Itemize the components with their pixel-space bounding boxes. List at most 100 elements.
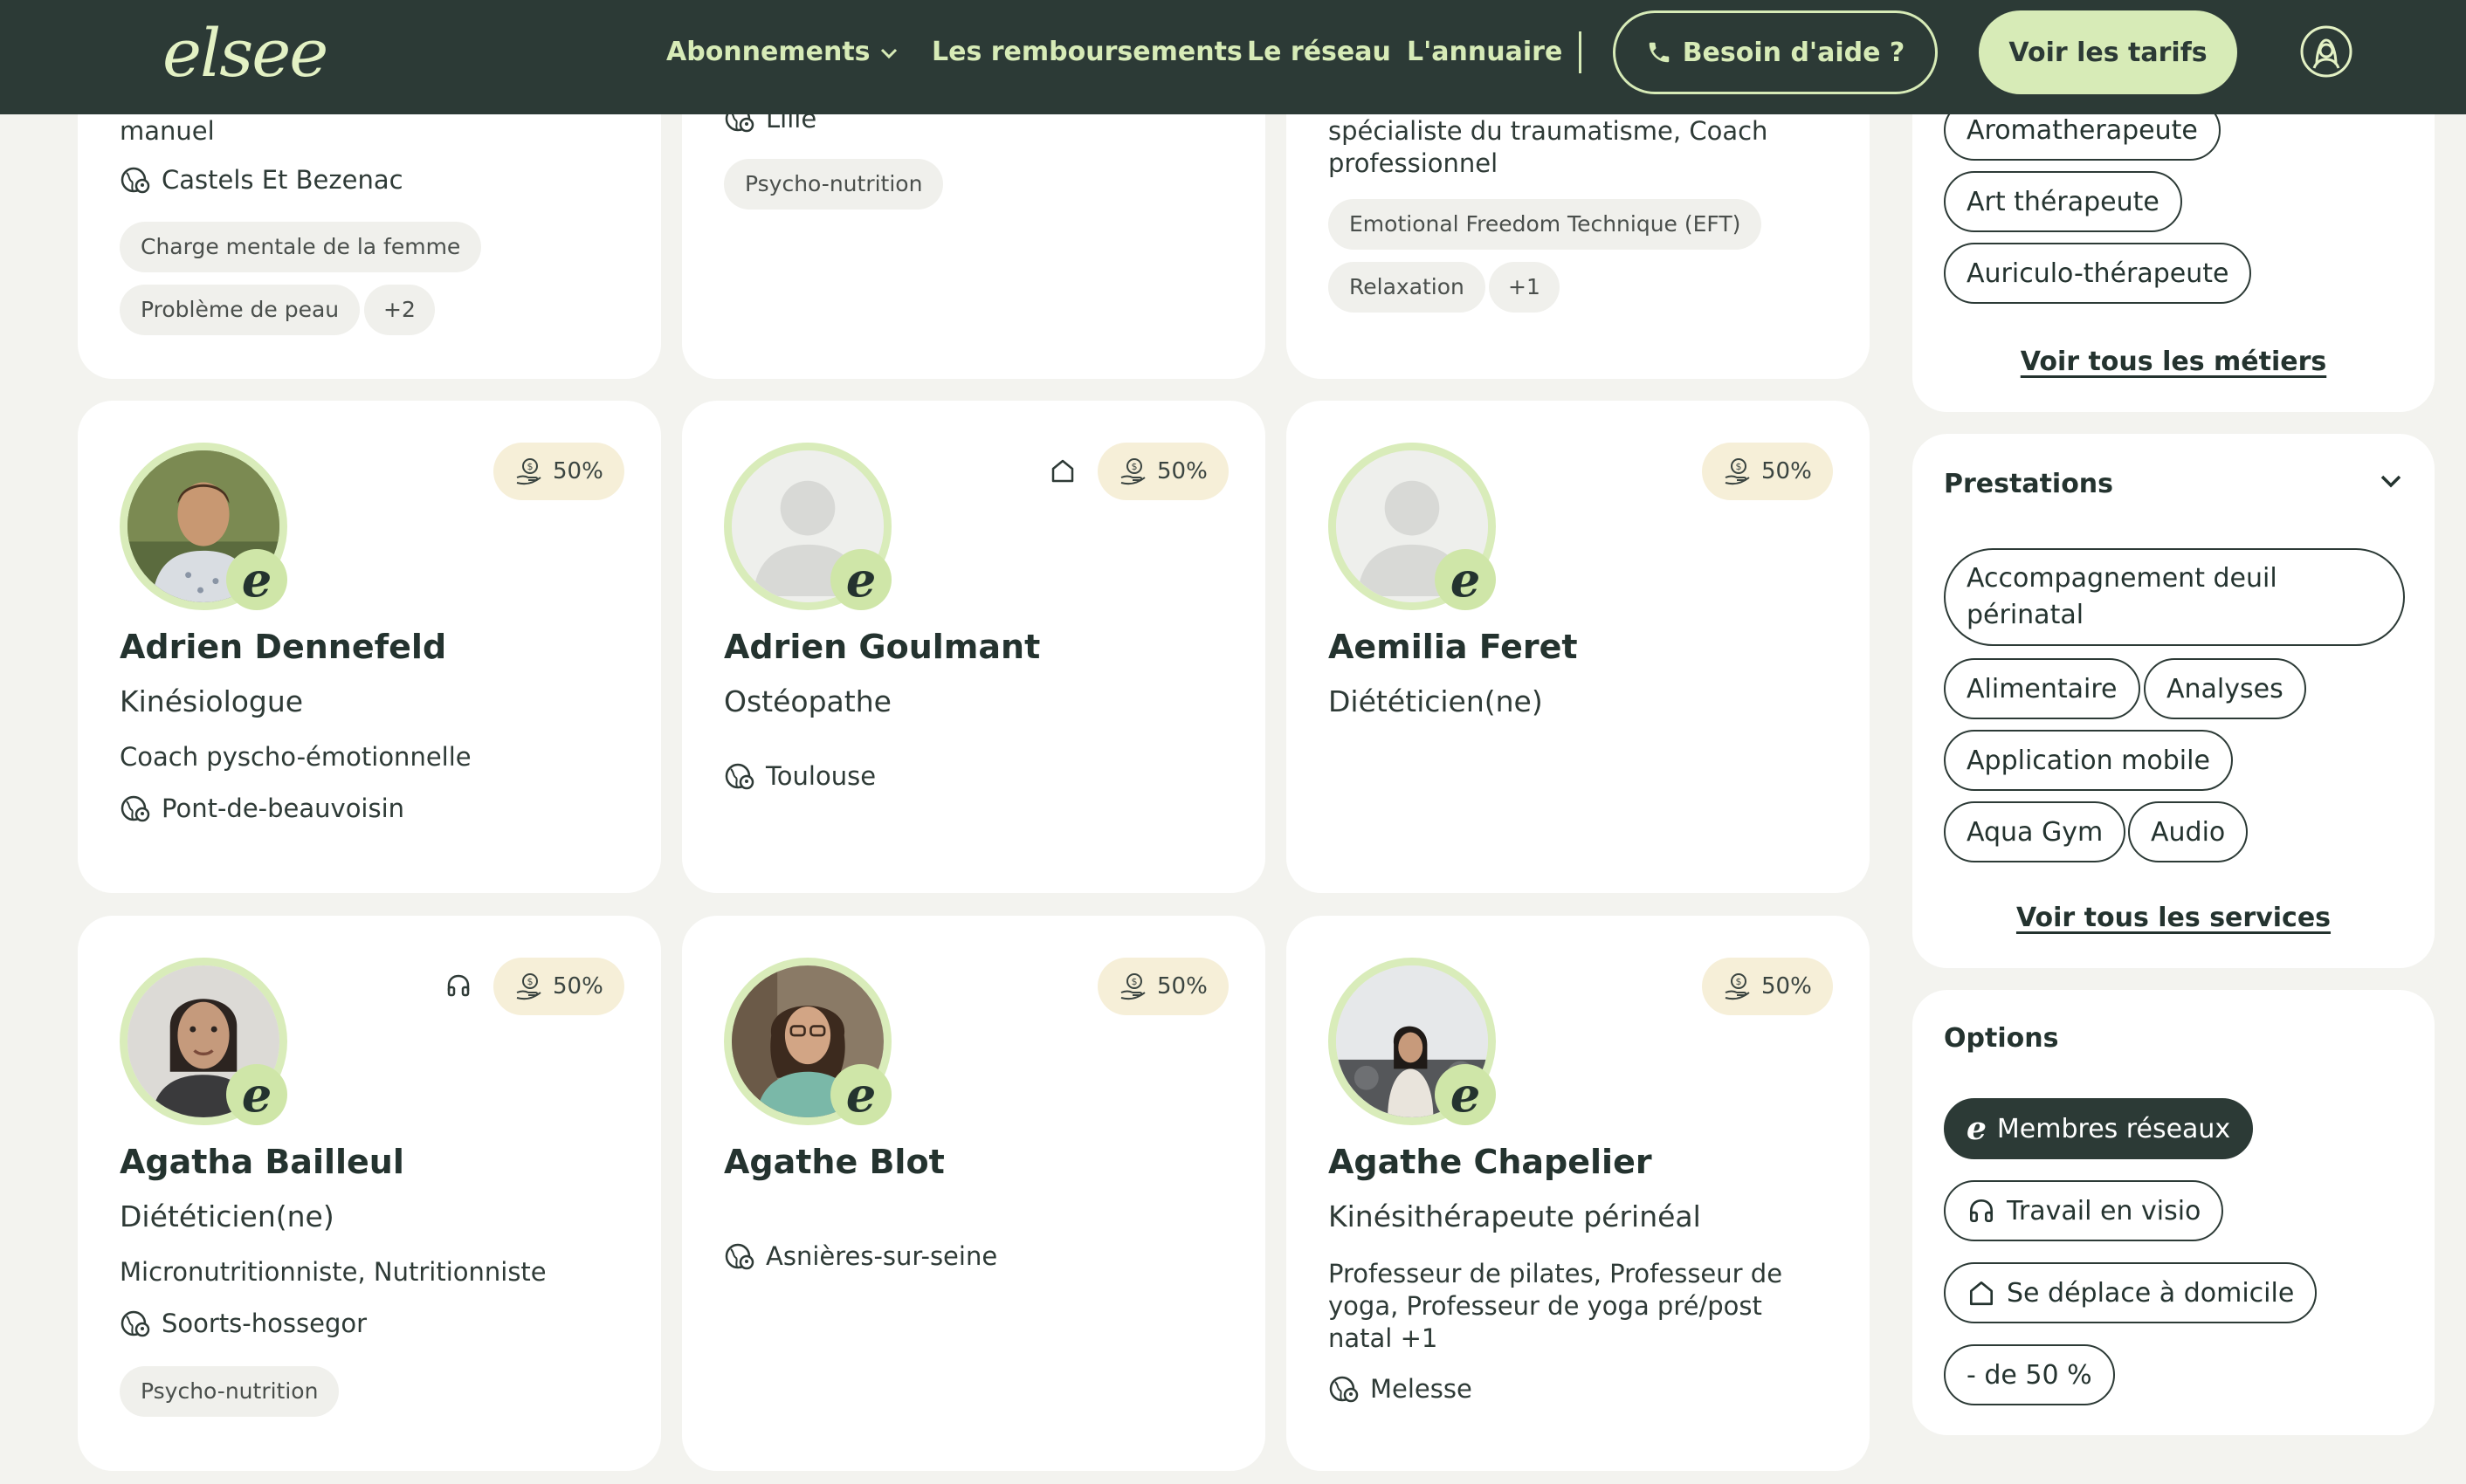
account-icon[interactable]	[2299, 24, 2353, 79]
filter-chip-metier[interactable]: Auriculo-thérapeute	[1944, 243, 2252, 304]
location-globe-icon	[121, 1310, 150, 1337]
card-location-label: Melesse	[1370, 1374, 1472, 1404]
filter-chip-metier[interactable]: Art thérapeute	[1944, 171, 2182, 232]
filter-toggle-membres-reseaux[interactable]: e Membres réseaux	[1944, 1098, 2254, 1159]
location-globe-icon	[121, 167, 150, 194]
service-tag: Emotional Freedom Technique (EFT)	[1328, 199, 1762, 250]
headphones-icon	[1969, 1199, 1994, 1223]
card-location: Pont-de-beauvoisin	[120, 793, 404, 824]
card-location-label: Soorts-hossegor	[162, 1309, 368, 1338]
network-member-badge: e	[1435, 549, 1496, 610]
reimbursement-hand-icon: $	[516, 458, 541, 485]
practitioner-card[interactable]: e $ 50% Agathe Chapelier Kinésithérapeut…	[1286, 916, 1870, 1471]
svg-text:$: $	[527, 976, 534, 987]
reimbursement-value: 50%	[553, 973, 603, 1000]
card-specialties: manuel	[120, 116, 215, 146]
svg-text:$: $	[1132, 976, 1138, 987]
reimbursement-value: 50%	[553, 458, 603, 484]
help-button-label: Besoin d'aide ?	[1682, 37, 1905, 68]
options-title: Options	[1944, 1023, 2059, 1054]
reimbursement-badge: $ 50%	[493, 443, 624, 500]
practitioner-job: Ostéopathe	[724, 684, 892, 718]
practitioner-card[interactable]: e $ 50% Adrien Dennefeld Kinésiologue Co…	[78, 401, 661, 893]
nav-link-annuaire[interactable]: L'annuaire	[1407, 0, 1562, 105]
practitioner-card[interactable]: e $ 50% Agathe Blot Asnières-sur-seine	[682, 916, 1265, 1471]
filter-toggle-domicile[interactable]: Se déplace à domicile	[1944, 1262, 2318, 1323]
practitioner-name[interactable]: Agathe Chapelier	[1328, 1143, 1652, 1181]
filter-chip-prestation[interactable]: Aqua Gym	[1944, 801, 2126, 862]
filter-toggle-moins-50[interactable]: - de 50 %	[1944, 1344, 2115, 1405]
filter-chip-prestation[interactable]: Analyses	[2144, 658, 2306, 719]
filter-chip-prestation[interactable]: Accompagnement deuil périnatal	[1944, 548, 2405, 646]
card-location: Asnières-sur-seine	[724, 1240, 997, 1272]
chevron-down-icon[interactable]	[2379, 472, 2403, 490]
top-navbar: elsee Abonnements Les remboursements Le …	[0, 0, 2466, 114]
network-member-badge: e	[1435, 1064, 1496, 1125]
prestations-title[interactable]: Prestations	[1944, 469, 2113, 499]
practitioner-job: Kinésithérapeute périnéal	[1328, 1199, 1701, 1233]
see-all-services-link[interactable]: Voir tous les services	[1912, 903, 2435, 933]
card-specialties: Micronutritionniste, Nutritionniste	[120, 1257, 547, 1287]
network-member-badge: e	[226, 1064, 287, 1125]
filter-toggle-visio[interactable]: Travail en visio	[1944, 1180, 2224, 1241]
practitioner-name[interactable]: Adrien Dennefeld	[120, 628, 446, 666]
location-globe-icon	[1329, 1376, 1359, 1403]
see-all-metiers-link[interactable]: Voir tous les métiers	[1912, 347, 2435, 377]
reimbursement-hand-icon: $	[1120, 973, 1146, 1000]
filter-option-label: Travail en visio	[2007, 1195, 2201, 1226]
reimbursement-hand-icon: $	[1725, 973, 1750, 1000]
practitioner-card[interactable]: e $ 50% Agatha Bailleul Diététicien(ne) …	[78, 916, 661, 1471]
practitioner-job: Kinésiologue	[120, 684, 304, 718]
network-member-badge: e	[830, 1064, 892, 1125]
help-button[interactable]: Besoin d'aide ?	[1613, 10, 1938, 94]
more-tags-count: +1	[1489, 262, 1560, 313]
home-icon	[1969, 1281, 1994, 1306]
svg-text:$: $	[1132, 461, 1138, 472]
filter-chip-prestation[interactable]: Application mobile	[1944, 730, 2233, 791]
nav-link-label: Abonnements	[666, 37, 871, 67]
elsee-logo[interactable]: elsee	[162, 14, 328, 92]
location-globe-icon	[725, 1243, 754, 1270]
card-location-label: Toulouse	[766, 761, 877, 791]
reimbursement-hand-icon: $	[1725, 458, 1750, 485]
reimbursement-value: 50%	[1761, 458, 1812, 484]
reimbursement-value: 50%	[1157, 458, 1208, 484]
practitioner-name[interactable]: Adrien Goulmant	[724, 628, 1040, 666]
reimbursement-badge: $ 50%	[1702, 443, 1833, 500]
options-filter-panel: Options e Membres réseaux Travail en vis…	[1912, 990, 2435, 1435]
nav-link-remboursements[interactable]: Les remboursements	[932, 0, 1243, 105]
svg-text:$: $	[1736, 461, 1742, 472]
filter-chip-prestation[interactable]: Audio	[2128, 801, 2249, 862]
nav-link-reseau[interactable]: Le réseau	[1247, 0, 1391, 105]
prestations-filter-panel: Prestations Accompagnement deuil périnat…	[1912, 434, 2435, 968]
filter-chip-prestation[interactable]: Alimentaire	[1944, 658, 2140, 719]
service-tag: Charge mentale de la femme	[120, 222, 482, 272]
practitioner-name[interactable]: Aemilia Feret	[1328, 628, 1578, 666]
card-specialties: Professeur de pilates, Professeur de yog…	[1328, 1259, 1783, 1353]
svg-text:$: $	[527, 461, 534, 472]
reimbursement-badge: $ 50%	[1702, 958, 1833, 1015]
phone-icon	[1649, 42, 1669, 63]
reimbursement-hand-icon: $	[1120, 458, 1146, 485]
card-location-label: Castels Et Bezenac	[162, 165, 403, 195]
reimbursement-hand-icon: $	[516, 973, 541, 1000]
reimbursement-badge: $ 50%	[493, 958, 624, 1015]
practitioner-card[interactable]: e $ 50% Adrien Goulmant Ostéopathe Toulo…	[682, 401, 1265, 893]
reimbursement-value: 50%	[1761, 973, 1812, 1000]
more-tags-count: +2	[364, 285, 435, 335]
practitioner-name[interactable]: Agathe Blot	[724, 1143, 945, 1181]
card-location: Soorts-hossegor	[120, 1308, 367, 1339]
location-globe-icon	[725, 763, 754, 790]
reimbursement-value: 50%	[1157, 973, 1208, 1000]
practitioner-card[interactable]: e $ 50% Aemilia Feret Diététicien(ne)	[1286, 401, 1870, 893]
reimbursement-badge: $ 50%	[1098, 958, 1229, 1015]
home-visit-icon	[1051, 459, 1074, 483]
practitioner-name[interactable]: Agatha Bailleul	[120, 1143, 404, 1181]
card-location-label: Pont-de-beauvoisin	[162, 794, 405, 823]
svg-text:$: $	[1736, 976, 1742, 987]
service-tag: Relaxation	[1328, 262, 1485, 313]
card-specialties: Coach pyscho-émotionnelle	[120, 742, 472, 772]
tarifs-button[interactable]: Voir les tarifs	[1979, 10, 2237, 94]
filter-option-label: Se déplace à domicile	[2007, 1277, 2295, 1309]
nav-link-abonnements[interactable]: Abonnements	[666, 0, 899, 105]
